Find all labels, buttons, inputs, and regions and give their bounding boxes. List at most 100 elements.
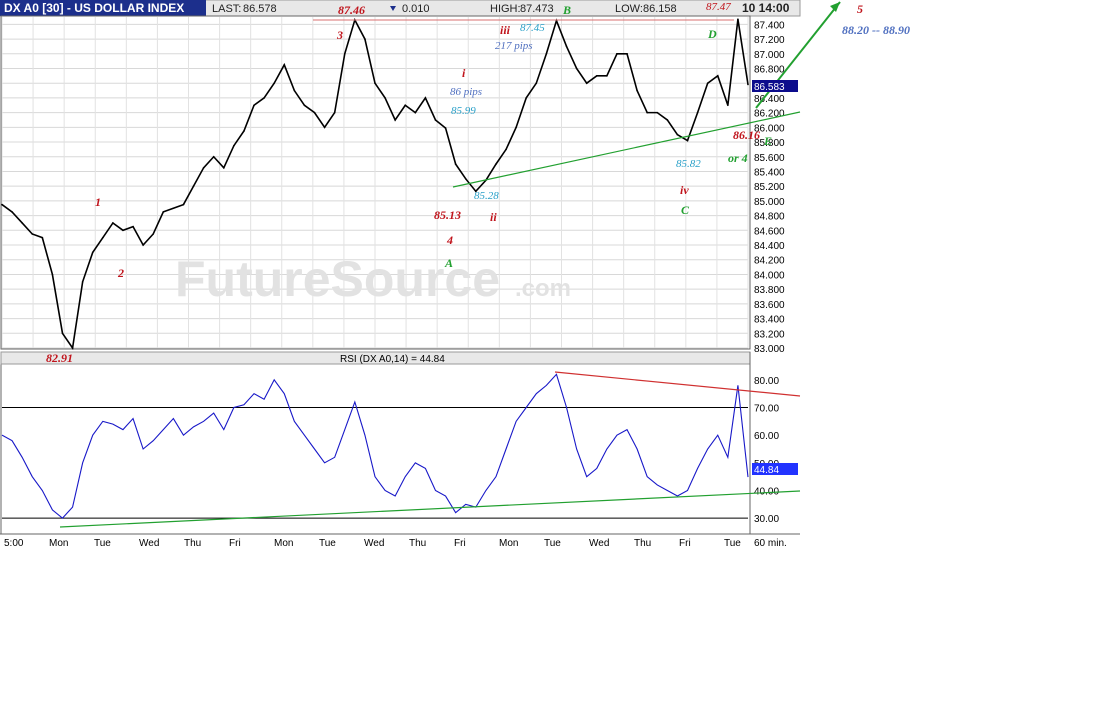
x-day-label: Mon <box>499 538 518 549</box>
x-day-label: Fri <box>454 538 466 549</box>
price-point <box>737 18 739 21</box>
price-current-tag-text: 86.583 <box>754 82 785 93</box>
x-day-label: Wed <box>364 538 384 549</box>
price-point <box>656 111 659 114</box>
price-point <box>666 119 669 121</box>
price-point <box>283 64 286 66</box>
price-point <box>696 111 699 114</box>
price-point <box>122 229 124 232</box>
rsi-current-tag-text: 44.84 <box>754 465 779 476</box>
price-point <box>646 111 648 114</box>
ann-86-pips: 86 pips <box>450 86 482 98</box>
x-day-label: 5:00 <box>4 538 24 549</box>
ann-87-47: 87.47 <box>706 1 731 13</box>
rsi-tick-label: 30.00 <box>754 514 779 525</box>
header-datetime: 10 14:00 <box>742 1 790 15</box>
wave-E: E <box>763 134 772 148</box>
price-point <box>515 126 517 129</box>
wave-C: C <box>681 203 690 217</box>
price-tick-label: 85.000 <box>754 197 785 208</box>
price-point <box>263 97 265 99</box>
rsi-tick-label: 60.00 <box>754 431 779 442</box>
header-low-value: 86.158 <box>643 3 677 15</box>
price-tick-label: 83.200 <box>754 329 785 340</box>
price-tick-label: 84.800 <box>754 212 785 223</box>
wave-iii: iii <box>500 23 511 37</box>
price-tick-label: 83.800 <box>754 285 785 296</box>
x-day-label: Thu <box>409 538 426 549</box>
ann-target: 88.20 -- 88.90 <box>842 23 910 37</box>
x-day-label: Thu <box>634 538 651 549</box>
price-point <box>313 111 316 114</box>
price-point <box>323 126 326 129</box>
price-point <box>716 75 719 77</box>
ann-85-82: 85.82 <box>676 158 701 170</box>
price-point <box>142 244 144 246</box>
price-point <box>152 233 155 235</box>
wave-2: 2 <box>117 266 124 280</box>
rsi-series-line <box>1 373 749 519</box>
price-point <box>132 225 134 228</box>
price-tick-label: 86.200 <box>754 109 785 120</box>
x-day-label: Wed <box>589 538 609 549</box>
rsi-title: RSI (DX A0,14) = 44.84 <box>340 354 445 365</box>
wave-B: B <box>562 3 571 17</box>
price-point <box>545 52 548 55</box>
x-day-label: Wed <box>139 538 159 549</box>
price-tick-label: 87.000 <box>754 50 785 61</box>
price-point <box>192 185 195 187</box>
wave-A: A <box>444 256 453 270</box>
x-day-label: Tue <box>544 538 561 549</box>
rsi-tick-label: 70.00 <box>754 404 779 415</box>
price-point <box>71 347 74 349</box>
price-tick-label: 85.200 <box>754 182 785 193</box>
price-point <box>11 211 13 213</box>
price-point <box>414 111 417 114</box>
price-tick-label: 84.400 <box>754 241 785 252</box>
ann-82-91: 82.91 <box>46 351 73 365</box>
x-day-label: Tue <box>724 538 741 549</box>
price-point <box>727 104 729 107</box>
price-point <box>293 89 296 92</box>
ann-86-16: 86.16 <box>733 128 760 142</box>
price-point <box>243 130 245 132</box>
ann-87-45: 87.45 <box>520 22 545 34</box>
wave-5: 5 <box>857 2 863 16</box>
price-tick-label: 87.400 <box>754 20 785 31</box>
price-point <box>394 119 396 121</box>
wave-iv: iv <box>680 183 689 197</box>
price-tick-label: 86.800 <box>754 64 785 75</box>
rsi-plot-frame <box>0 351 751 535</box>
price-point <box>212 155 215 158</box>
wave-ii: ii <box>490 210 497 224</box>
price-point <box>575 67 578 70</box>
x-axis-day-labels: 5:00 Mon Tue Wed Thu Fri Mon Tue Wed Thu Fri Mon Tue… <box>4 538 741 549</box>
price-point <box>495 163 497 165</box>
price-point <box>333 111 336 114</box>
price-point <box>626 52 628 55</box>
price-tick-label: 87.200 <box>754 35 785 46</box>
price-point <box>273 82 275 84</box>
price-point <box>676 133 679 136</box>
ann-85-99: 85.99 <box>451 105 476 117</box>
price-point <box>21 222 23 224</box>
price-tick-label: 84.600 <box>754 226 785 237</box>
price-point <box>384 97 386 99</box>
x-day-label: Tue <box>319 538 336 549</box>
x-day-label: Fri <box>229 538 241 549</box>
price-point <box>41 236 44 239</box>
price-point <box>606 75 608 77</box>
wave-4: 4 <box>446 233 453 247</box>
price-point <box>253 104 255 107</box>
price-point <box>616 52 618 55</box>
price-tick-label: 83.600 <box>754 300 785 311</box>
rsi-support-line <box>59 490 801 528</box>
price-point <box>706 82 709 84</box>
price-point <box>434 119 437 121</box>
wave-1: 1 <box>95 195 101 209</box>
price-point <box>303 104 306 107</box>
price-point <box>222 166 225 169</box>
header-high-label: HIGH: <box>490 3 521 15</box>
wave-3: 3 <box>336 28 343 42</box>
price-point <box>464 178 467 180</box>
